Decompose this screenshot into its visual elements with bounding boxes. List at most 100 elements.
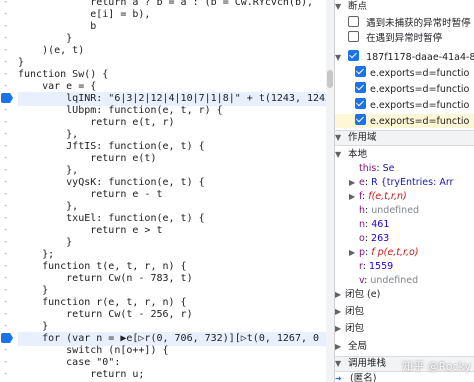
gutter-mark[interactable]: - xyxy=(3,236,13,248)
pause-caught-label: 在遇到异常时暂停 xyxy=(366,33,443,44)
chevron-down-icon: ▼ xyxy=(335,53,342,62)
scope-variable[interactable]: o: 263 xyxy=(335,232,474,246)
gutter-mark[interactable]: - xyxy=(3,248,13,260)
callstack-frame-label: (匿名) xyxy=(350,373,377,382)
scope-variable-value: 461 xyxy=(371,219,390,230)
closure-scope[interactable]: ▶ 闭包 xyxy=(335,305,474,319)
scope-variable[interactable]: r: 1559 xyxy=(335,260,474,274)
breakpoint-item[interactable]: e.exports=d=functio xyxy=(335,66,474,80)
gutter-mark[interactable]: - xyxy=(3,200,13,212)
breakpoint-item[interactable]: e.exports=d=functio xyxy=(335,114,474,128)
scope-variable-name: this xyxy=(359,163,377,174)
debugger-sidebar: ▼ 断点 遇到未捕获的异常时暂停 在遇到异常时暂停 ▼ 187f1178-daa… xyxy=(334,0,474,382)
gutter-mark[interactable]: - xyxy=(3,320,13,332)
breakpoints-section[interactable]: ▼ 断点 xyxy=(335,0,474,14)
closure-label: 闭包 xyxy=(345,323,365,334)
gutter-mark[interactable]: - xyxy=(3,32,13,44)
breakpoint-file-label: 187f1178-daae-41a4-8e4 xyxy=(366,52,474,63)
breakpoints-header: 断点 xyxy=(348,1,368,12)
breakpoint-label: e.exports=d=functio xyxy=(370,68,470,79)
gutter-mark[interactable]: - xyxy=(3,272,13,284)
gutter-mark[interactable]: - xyxy=(3,0,13,8)
chevron-down-icon: ▼ xyxy=(335,359,342,368)
gutter-mark[interactable]: - xyxy=(3,308,13,320)
breakpoint-item[interactable]: e.exports=d=functio xyxy=(335,98,474,112)
editor-scrollbar-thumb[interactable] xyxy=(327,70,333,88)
local-scope[interactable]: ▼ 本地 xyxy=(335,148,474,162)
scope-variable-value: 1559 xyxy=(368,261,394,272)
gutter-mark[interactable]: - xyxy=(3,56,13,68)
pause-uncaught-checkbox[interactable] xyxy=(348,16,360,27)
chevron-right-icon: ▶ xyxy=(349,178,356,187)
scope-header: 作用域 xyxy=(348,132,377,143)
current-frame-arrow-icon: ➜ xyxy=(335,374,342,382)
line-gutter[interactable]: --------------------------------- xyxy=(0,0,14,382)
code-line: )(e, t) xyxy=(18,45,85,56)
scope-variable-value: R {tryEntries: Arr xyxy=(371,177,454,188)
scope-variable-value: undefined xyxy=(371,205,420,216)
pause-uncaught-label: 遇到未捕获的异常时暂停 xyxy=(366,18,471,29)
gutter-mark[interactable]: - xyxy=(3,68,13,80)
global-scope[interactable]: ▶ 全局 xyxy=(335,340,474,354)
breakpoint-file[interactable]: ▼ 187f1178-daae-41a4-8e4 xyxy=(335,50,474,64)
gutter-mark[interactable]: - xyxy=(3,164,13,176)
scope-variable[interactable]: this: Se xyxy=(335,162,474,176)
file-checkbox[interactable] xyxy=(348,50,360,61)
gutter-mark[interactable]: - xyxy=(3,260,13,272)
watermark: 知乎 @Rocky xyxy=(402,360,471,373)
scope-variable-value: f p(e,t,r,o) xyxy=(371,247,419,258)
gutter-mark[interactable]: - xyxy=(3,104,13,116)
gutter-mark[interactable]: - xyxy=(3,224,13,236)
scope-variable-value: Se xyxy=(382,163,395,174)
breakpoint-checkbox[interactable] xyxy=(355,114,366,125)
scope-variable[interactable]: ▶ f: f(e,t,r,n) xyxy=(335,190,474,204)
scope-variable-value: f(e,t,r,n) xyxy=(368,191,407,202)
closure-label: 闭包 xyxy=(345,306,365,317)
pause-caught-option[interactable]: 在遇到异常时暂停 xyxy=(335,31,474,45)
scope-variable-value: undefined xyxy=(370,275,419,286)
chevron-down-icon: ▼ xyxy=(335,150,342,159)
gutter-mark[interactable]: - xyxy=(3,8,13,20)
scope-variable-value: 263 xyxy=(371,233,390,244)
gutter-mark[interactable]: - xyxy=(3,296,13,308)
pause-uncaught-option[interactable]: 遇到未捕获的异常时暂停 xyxy=(335,16,474,30)
breakpoint-label: e.exports=d=functio xyxy=(370,116,470,127)
chevron-right-icon: ▶ xyxy=(349,192,356,201)
gutter-mark[interactable]: - xyxy=(3,128,13,140)
chevron-right-icon: ▶ xyxy=(349,248,356,257)
editor-scrollbar[interactable] xyxy=(326,0,334,382)
gutter-mark[interactable]: - xyxy=(3,44,13,56)
gutter-mark[interactable]: - xyxy=(3,188,13,200)
chevron-down-icon: ▼ xyxy=(335,2,342,11)
scope-variable[interactable]: h: undefined xyxy=(335,204,474,218)
scope-variable[interactable]: ▶ e: R {tryEntries: Arr xyxy=(335,176,474,190)
breakpoint-item[interactable]: e.exports=d=functio xyxy=(335,82,474,96)
breakpoint-checkbox[interactable] xyxy=(355,66,366,77)
closure-label: 闭包 (e) xyxy=(345,289,381,300)
breakpoint-checkbox[interactable] xyxy=(355,98,366,109)
breakpoint-checkbox[interactable] xyxy=(355,82,366,93)
breakpoint-label: e.exports=d=functio xyxy=(370,84,470,95)
chevron-down-icon: ▼ xyxy=(335,133,342,142)
gutter-mark[interactable]: - xyxy=(3,344,13,356)
code-editor[interactable]: --------------------------------- return… xyxy=(0,0,334,382)
gutter-mark[interactable]: - xyxy=(3,80,13,92)
gutter-mark[interactable]: - xyxy=(3,176,13,188)
scope-variable[interactable]: v: undefined xyxy=(335,274,474,288)
gutter-mark[interactable]: - xyxy=(3,368,13,380)
scope-section[interactable]: ▼ 作用域 xyxy=(335,130,474,146)
gutter-mark[interactable]: - xyxy=(3,212,13,224)
gutter-mark[interactable]: - xyxy=(3,140,13,152)
gutter-mark[interactable]: - xyxy=(3,284,13,296)
pause-caught-checkbox[interactable] xyxy=(348,31,360,42)
breakpoint-label: e.exports=d=functio xyxy=(370,100,470,111)
scope-variable[interactable]: n: 461 xyxy=(335,218,474,232)
gutter-mark[interactable]: - xyxy=(3,152,13,164)
scope-variable[interactable]: ▶ p: f p(e,t,r,o) xyxy=(335,246,474,260)
gutter-mark[interactable]: - xyxy=(3,356,13,368)
gutter-mark[interactable]: - xyxy=(3,116,13,128)
gutter-mark[interactable]: - xyxy=(3,20,13,32)
closure-scope[interactable]: ▶ 闭包 xyxy=(335,322,474,336)
chevron-right-icon: ▶ xyxy=(335,342,342,351)
closure-scope[interactable]: ▶ 闭包 (e) xyxy=(335,288,474,302)
